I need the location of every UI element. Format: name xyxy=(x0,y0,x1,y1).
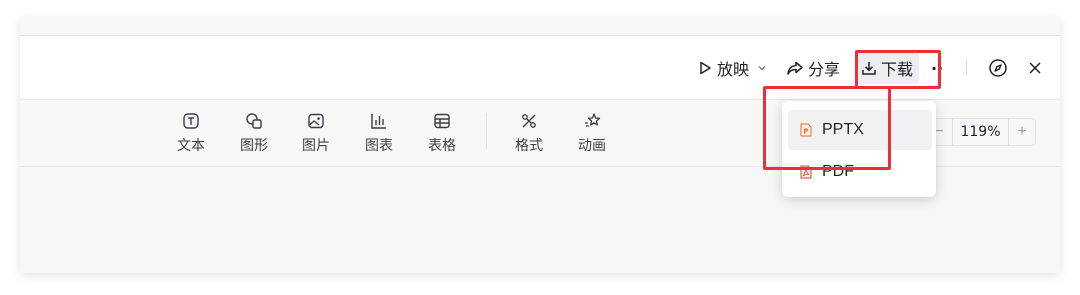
zoom-value[interactable]: 119% xyxy=(952,119,1009,145)
tool-format[interactable]: 格式 xyxy=(507,112,551,155)
tool-text-label: 文本 xyxy=(177,138,205,154)
chart-icon xyxy=(370,112,388,130)
share-button[interactable]: 分享 xyxy=(786,53,840,83)
zoom-control: − 119% + xyxy=(925,118,1036,146)
tool-image[interactable]: 图片 xyxy=(294,112,338,155)
download-icon xyxy=(861,60,877,76)
tool-table[interactable]: 表格 xyxy=(420,112,464,155)
share-label: 分享 xyxy=(808,60,841,79)
tool-chart[interactable]: 图表 xyxy=(357,112,401,155)
image-icon xyxy=(307,112,325,130)
tool-animation[interactable]: 动画 xyxy=(570,112,614,155)
close-button[interactable] xyxy=(1027,53,1043,83)
tool-chart-label: 图表 xyxy=(365,138,393,154)
toolbar-divider xyxy=(486,113,487,149)
more-button[interactable]: ·· xyxy=(931,53,943,83)
svg-text:P: P xyxy=(803,128,808,136)
app-window: 放映 分享 下载 ·· 文本 图形 图片 图表 表格 格式 动画 − 119% … xyxy=(20,18,1060,273)
animation-icon xyxy=(583,112,601,130)
download-button[interactable]: 下载 xyxy=(855,52,920,84)
download-pptx-item[interactable]: P PPTX xyxy=(788,110,932,150)
pdf-label: PDF xyxy=(822,163,854,180)
pptx-label: PPTX xyxy=(822,121,864,138)
tool-shape[interactable]: 图形 xyxy=(232,112,276,155)
download-label: 下载 xyxy=(881,60,914,79)
more-icon: ·· xyxy=(931,58,944,78)
tool-shape-label: 图形 xyxy=(240,138,268,154)
table-icon xyxy=(433,112,451,130)
download-pdf-item[interactable]: PDF xyxy=(788,152,932,192)
header-divider xyxy=(966,60,967,74)
download-menu: P PPTX PDF xyxy=(782,101,936,197)
share-icon xyxy=(786,60,804,76)
chevron-down-icon xyxy=(757,63,767,73)
tool-animation-label: 动画 xyxy=(578,138,606,154)
tool-table-label: 表格 xyxy=(428,138,456,154)
present-label: 放映 xyxy=(717,60,750,79)
pdf-file-icon xyxy=(800,165,812,179)
compass-icon xyxy=(988,58,1008,78)
header-bar: 放映 分享 下载 ·· xyxy=(20,36,1060,100)
shape-icon xyxy=(245,112,263,130)
text-icon xyxy=(182,112,200,130)
pptx-file-icon: P xyxy=(800,123,812,137)
present-button[interactable]: 放映 xyxy=(697,53,767,83)
tool-text[interactable]: 文本 xyxy=(169,112,213,155)
close-icon xyxy=(1027,60,1043,76)
compass-button[interactable] xyxy=(988,53,1008,83)
zoom-in-button[interactable]: + xyxy=(1009,123,1035,141)
top-strip xyxy=(20,18,1060,36)
format-icon xyxy=(520,112,538,130)
play-icon xyxy=(697,60,713,76)
tool-format-label: 格式 xyxy=(515,138,543,154)
tool-image-label: 图片 xyxy=(302,138,330,154)
